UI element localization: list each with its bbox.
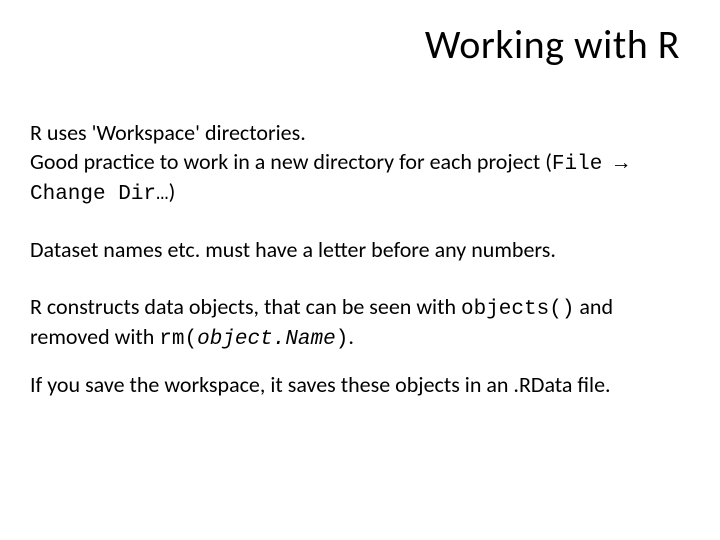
- text-span: R constructs data objects, that can be s…: [30, 293, 461, 320]
- paragraph-workspace: R uses 'Workspace' directories. Good pra…: [30, 119, 690, 208]
- paragraph-save: If you save the workspace, it saves thes…: [30, 371, 690, 400]
- text-line: If you save the workspace, it saves thes…: [30, 371, 690, 400]
- paragraph-dataset-names: Dataset names etc. must have a letter be…: [30, 236, 690, 265]
- text-line: R constructs data objects, that can be s…: [30, 293, 690, 354]
- slide-title: Working with R: [30, 20, 680, 69]
- text-line: Dataset names etc. must have a letter be…: [30, 236, 690, 265]
- code-span: objects(): [461, 298, 574, 321]
- text-span: .: [348, 323, 354, 350]
- code-span: ): [336, 328, 349, 351]
- slide-body: R uses 'Workspace' directories. Good pra…: [30, 119, 690, 400]
- paragraph-objects: R constructs data objects, that can be s…: [30, 293, 690, 354]
- code-span-italic: object.Name: [197, 328, 336, 351]
- slide: Working with R R uses 'Workspace' direct…: [0, 0, 720, 540]
- text-span: Good practice to work in a new directory…: [30, 148, 552, 175]
- text-line: R uses 'Workspace' directories.: [30, 119, 690, 148]
- text-line: Good practice to work in a new directory…: [30, 148, 690, 209]
- code-span: rm(: [159, 328, 197, 351]
- text-span: ): [169, 178, 176, 205]
